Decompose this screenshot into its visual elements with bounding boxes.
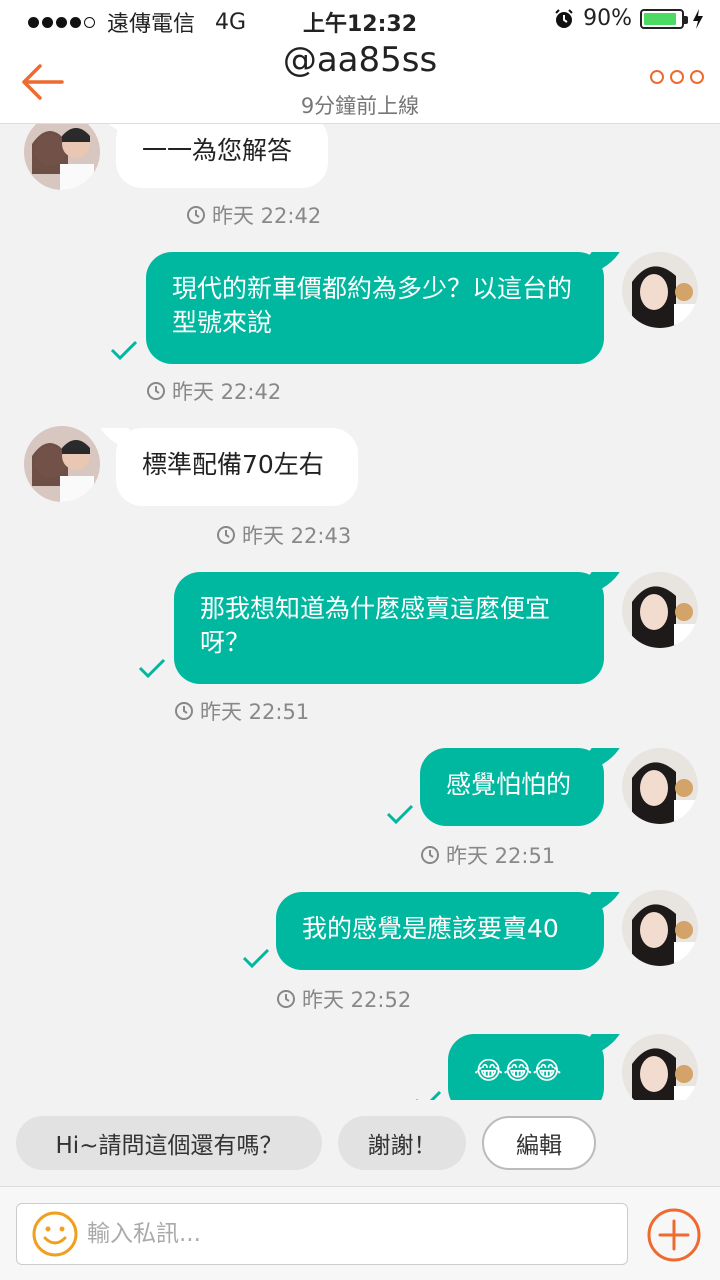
add-attachment-icon[interactable] xyxy=(646,1207,702,1263)
clock-icon xyxy=(277,990,295,1008)
message-timestamp: 昨天 22:42 xyxy=(186,200,321,230)
message-input-box xyxy=(16,1203,628,1265)
battery-percent: 90% xyxy=(583,6,632,31)
quick-replies: Hi~請問這個還有嗎？ 謝謝！ 編輯 xyxy=(0,1100,720,1186)
message-input-bar xyxy=(0,1186,720,1280)
clock-icon xyxy=(217,526,235,544)
edit-quick-replies-button[interactable]: 編輯 xyxy=(482,1116,596,1170)
read-check-icon xyxy=(242,948,270,968)
message-text: 😂😂😂 xyxy=(474,1056,562,1085)
my-avatar[interactable] xyxy=(622,1034,698,1100)
read-check-icon xyxy=(110,340,138,360)
message-list[interactable]: 一一為您解答 昨天 22:42 現代的新車價都約為多少？以這台的型號來說 昨天 … xyxy=(0,124,720,1100)
contact-avatar[interactable] xyxy=(24,426,100,502)
clock-icon xyxy=(421,846,439,864)
message-bubble-outgoing[interactable]: 😂😂😂 xyxy=(448,1034,604,1100)
charging-icon xyxy=(693,8,703,29)
message-timestamp: 昨天 22:51 xyxy=(420,840,555,870)
quick-reply-still-available[interactable]: Hi~請問這個還有嗎？ xyxy=(16,1116,322,1170)
message-bubble-outgoing[interactable]: 那我想知道為什麼感賣這麼便宜呀？ xyxy=(174,572,604,684)
message-text: 一一為您解答 xyxy=(142,136,293,165)
message-bubble-outgoing[interactable]: 現代的新車價都約為多少？以這台的型號來說 xyxy=(146,252,604,364)
online-status: 9分鐘前上線 xyxy=(300,94,420,118)
message-timestamp: 昨天 22:51 xyxy=(174,696,309,726)
my-avatar[interactable] xyxy=(622,748,698,824)
message-bubble-outgoing[interactable]: 感覺怕怕的 xyxy=(420,748,604,826)
chat-username: @aa85ss xyxy=(282,40,438,80)
my-avatar[interactable] xyxy=(622,252,698,328)
message-bubble-incoming[interactable]: 一一為您解答 xyxy=(116,124,328,188)
chat-header: @aa85ss 9分鐘前上線 xyxy=(0,40,720,124)
emoji-icon[interactable] xyxy=(31,1210,79,1258)
message-text: 感覺怕怕的 xyxy=(446,770,572,799)
alarm-icon xyxy=(555,8,573,28)
quick-reply-thanks[interactable]: 謝謝！ xyxy=(338,1116,466,1170)
message-timestamp: 昨天 22:52 xyxy=(276,984,411,1014)
message-timestamp: 昨天 22:43 xyxy=(216,520,351,550)
status-bar: 遠傳電信 4G 上午12:32 90% xyxy=(0,0,720,40)
message-text: 現代的新車價都約為多少？以這台的型號來說 xyxy=(172,274,573,337)
message-text: 那我想知道為什麼感賣這麼便宜呀？ xyxy=(200,594,551,657)
message-timestamp: 昨天 22:42 xyxy=(146,376,281,406)
more-options-icon[interactable] xyxy=(650,70,704,84)
clock-icon xyxy=(147,382,165,400)
clock-icon xyxy=(175,702,193,720)
message-bubble-incoming[interactable]: 標準配備70左右 xyxy=(116,428,358,506)
message-text: 我的感覺是應該要賣40 xyxy=(302,914,559,943)
read-check-icon xyxy=(416,1090,442,1100)
my-avatar[interactable] xyxy=(622,890,698,966)
clock-icon xyxy=(187,206,205,224)
battery-icon xyxy=(640,8,688,29)
my-avatar[interactable] xyxy=(622,572,698,648)
message-text: 標準配備70左右 xyxy=(142,450,324,479)
status-right: 90% xyxy=(553,6,704,31)
message-bubble-outgoing[interactable]: 我的感覺是應該要賣40 xyxy=(276,892,604,970)
read-check-icon xyxy=(386,804,414,824)
contact-avatar[interactable] xyxy=(24,124,100,190)
message-input[interactable] xyxy=(87,1204,617,1264)
read-check-icon xyxy=(138,658,166,678)
